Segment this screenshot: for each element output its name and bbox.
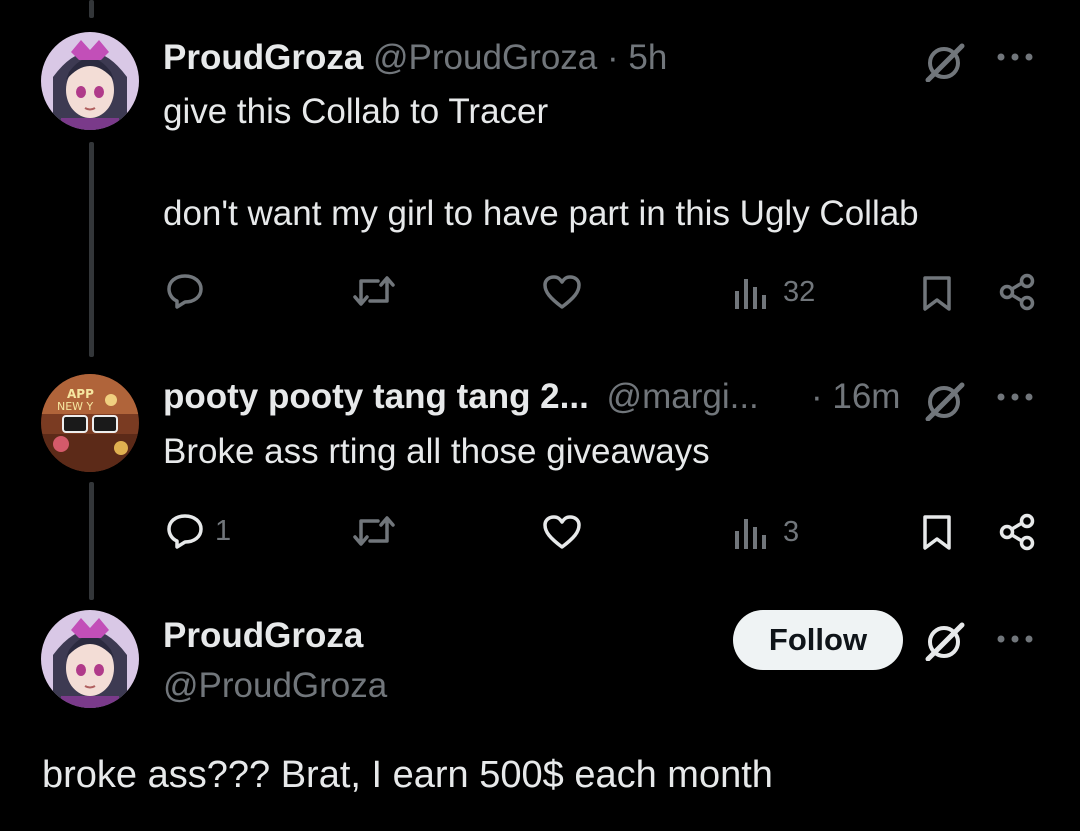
share-button[interactable] [998, 513, 1036, 551]
reply-icon [167, 274, 203, 309]
views-count: 3 [783, 515, 800, 548]
share-icon [999, 273, 1035, 311]
handle[interactable]: @margi... [607, 377, 759, 416]
handle[interactable]: @ProudGroza [373, 38, 597, 77]
tweet-header: ProudGroza @ProudGroza · 5h [163, 38, 667, 78]
share-button[interactable] [998, 273, 1036, 311]
bookmark-icon [923, 276, 951, 311]
share-icon [999, 513, 1035, 551]
follow-button[interactable]: Follow [733, 610, 903, 670]
more-icon[interactable] [995, 390, 1035, 404]
tweet-text-line: give this Collab to Tracer [163, 92, 549, 131]
main-tweet-text: broke ass??? Brat, I earn 500$ each mont… [42, 754, 773, 796]
retweet-icon [353, 516, 395, 546]
more-icon[interactable] [995, 50, 1035, 64]
reply-button[interactable]: 1 [165, 512, 231, 550]
tweet-text-line: Broke ass rting all those giveaways [163, 432, 710, 471]
timestamp[interactable]: · 5h [607, 38, 667, 77]
display-name[interactable]: ProudGroza [163, 616, 363, 656]
handle[interactable]: @ProudGroza [163, 666, 387, 706]
grok-icon[interactable] [922, 42, 968, 82]
bookmark-icon [923, 515, 951, 550]
thread-line [89, 142, 94, 357]
display-name[interactable]: pooty pooty tang tang 2... [163, 377, 589, 416]
like-button[interactable] [542, 514, 582, 550]
like-icon [543, 515, 581, 549]
tweet-text-line: don't want my girl to have part in this … [163, 194, 919, 233]
views-button[interactable]: 3 [733, 515, 799, 549]
retweet-button[interactable] [352, 513, 396, 549]
views-icon [735, 519, 766, 549]
like-button[interactable] [542, 274, 582, 310]
reply-count: 1 [215, 514, 232, 547]
display-name[interactable]: ProudGroza [163, 38, 363, 77]
avatar[interactable] [41, 32, 139, 130]
views-icon [735, 279, 766, 309]
retweet-icon [353, 276, 395, 306]
reply-button[interactable] [165, 272, 205, 310]
grok-icon[interactable] [922, 621, 968, 661]
retweet-button[interactable] [352, 273, 396, 309]
bookmark-button[interactable] [921, 514, 953, 552]
grok-icon[interactable] [922, 381, 968, 421]
thread-line [89, 482, 94, 600]
svg-text:NEW Y: NEW Y [57, 400, 94, 413]
avatar[interactable] [41, 610, 139, 708]
more-icon[interactable] [995, 632, 1035, 646]
like-icon [543, 275, 581, 309]
views-count: 32 [783, 275, 816, 308]
reply-icon [167, 514, 203, 549]
tweet-header: pooty pooty tang tang 2... @margi... [163, 377, 759, 417]
bookmark-button[interactable] [921, 275, 953, 313]
avatar[interactable]: APP NEW Y [41, 374, 139, 472]
thread-line [89, 0, 94, 18]
views-button[interactable]: 32 [733, 275, 815, 309]
svg-text:APP: APP [67, 387, 94, 401]
timestamp[interactable]: · 16m [811, 377, 900, 417]
